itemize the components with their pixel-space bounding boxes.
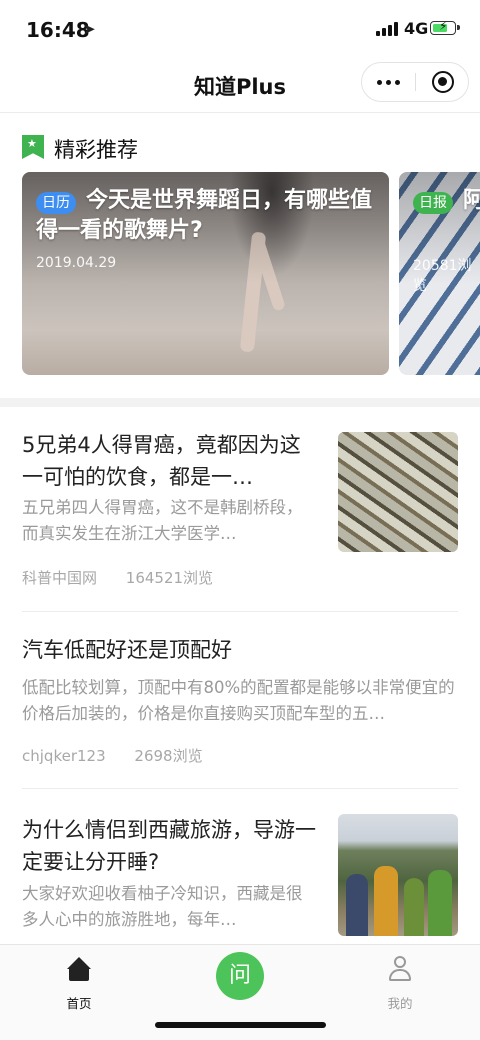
article-item[interactable]: 为什么情侣到西藏旅游，导游一定要让分开睡? 大家好欢迎收看柚子冷知识，西藏是很多… [22,789,458,949]
card-date: 2019.04.29 [36,255,117,271]
card-date: 20581浏览 [413,258,472,294]
recommend-card[interactable]: 日历 今天是世界舞蹈日，有哪些值得一看的歌舞片? 2019.04.29 [22,172,389,375]
tab-home-label: 首页 [66,996,92,1011]
nav-bar: 知道Plus [0,58,480,113]
article-summary: 低配比较划算，顶配中有80%的配置都是能够以非常便宜的价格后加装的，价格是你直接… [22,678,455,723]
article-meta: chjqker123 2698浏览 [22,745,203,766]
tab-home[interactable]: 首页 [34,955,124,1011]
article-title: 5兄弟4人得胃癌，竟都因为这一可怕的饮食，都是一… [22,433,301,489]
article-summary: 大家好欢迎收看柚子冷知识，西藏是很多人心中的旅游胜地，每年… [22,884,303,929]
article-title: 为什么情侣到西藏旅游，导游一定要让分开睡? [22,818,316,874]
home-indicator [155,1022,326,1028]
card-title: 今天是世界舞蹈日，有哪些值得一看的歌舞片? [36,188,373,243]
section-title: 精彩推荐 [54,138,138,162]
more-dots-icon[interactable] [362,63,416,101]
home-icon [67,957,91,981]
tab-me-label: 我的 [387,996,413,1011]
card-title: 阿什么? [463,188,480,213]
article-meta: 科普中国网 164521浏览 [22,567,213,588]
article-thumbnail [338,814,458,936]
status-bar: 16:48 ➤ 4G ⚡ [0,0,480,58]
battery-icon: ⚡ [430,19,460,35]
bookmark-star-icon: ★ [22,135,44,159]
miniprogram-capsule [361,62,469,102]
article-source: 科普中国网 [22,569,98,587]
location-arrow-icon: ➤ [83,20,96,38]
section-divider [0,398,480,407]
article-title: 汽车低配好还是顶配好 [22,638,232,662]
article-item[interactable]: 5兄弟4人得胃癌，竟都因为这一可怕的饮食，都是一… 五兄弟四人得胃癌，这不是韩剧… [22,407,458,612]
ask-button[interactable]: 问 [216,952,264,1000]
article-views: 2698浏览 [134,747,203,765]
miniprogram-close-icon[interactable] [432,71,454,93]
capsule-divider [415,73,416,91]
article-summary: 五兄弟四人得胃癌，这不是韩剧桥段，而真实发生在浙江大学医学… [22,498,303,543]
article-source: chjqker123 [22,747,106,765]
signal-icon [376,22,400,36]
network-type: 4G [404,19,429,38]
user-icon [388,956,412,982]
article-thumbnail [338,432,458,552]
recommend-card[interactable]: 日报 阿什么? 20581浏览 [399,172,480,375]
status-time: 16:48 [26,18,90,42]
article-views: 164521浏览 [125,569,214,587]
tab-me[interactable]: 我的 [355,955,445,1011]
article-item[interactable]: 汽车低配好还是顶配好 低配比较划算，顶配中有80%的配置都是能够以非常便宜的价格… [22,612,458,789]
